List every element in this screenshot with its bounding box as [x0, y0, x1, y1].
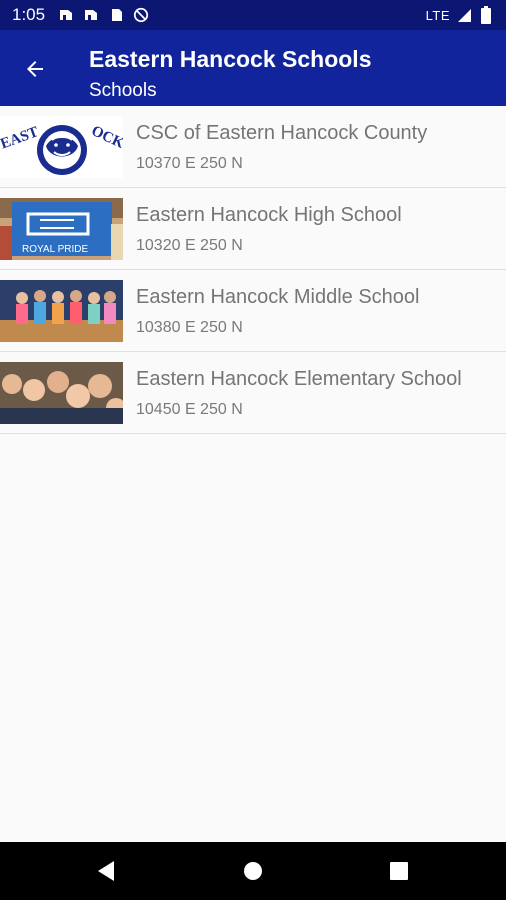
page-subtitle: Schools — [89, 80, 157, 101]
school-name: Eastern Hancock Elementary School — [136, 368, 462, 390]
school-address: 10450 E 250 N — [136, 401, 243, 418]
school-list-item[interactable]: ROYAL PRIDE Eastern Hancock High School … — [0, 188, 506, 270]
svg-text:ROYAL PRIDE: ROYAL PRIDE — [22, 244, 88, 255]
nav-home-button[interactable] — [233, 851, 273, 891]
page-title: Eastern Hancock Schools — [89, 46, 372, 72]
hanger-icon — [83, 7, 99, 23]
kids-selfie-photo — [0, 362, 123, 424]
nav-back-button[interactable] — [86, 851, 126, 891]
school-list-item[interactable]: Eastern Hancock Middle School 10380 E 25… — [0, 270, 506, 352]
sd-card-icon — [108, 7, 124, 23]
school-address: 10380 E 250 N — [136, 319, 243, 336]
status-bar: 1:05 LTE — [0, 0, 506, 30]
school-list-item[interactable]: Eastern Hancock Elementary School 10450 … — [0, 352, 506, 434]
school-name: Eastern Hancock Middle School — [136, 286, 420, 308]
nav-recents-button[interactable] — [379, 851, 419, 891]
hanger-icon — [58, 7, 74, 23]
battery-icon — [478, 6, 494, 24]
back-triangle-icon — [98, 861, 114, 881]
school-name: Eastern Hancock High School — [136, 204, 402, 226]
no-disturb-icon — [133, 7, 149, 23]
royal-pride-banner-photo: ROYAL PRIDE — [0, 198, 123, 260]
school-address: 10370 E 250 N — [136, 155, 243, 172]
school-list: EAST OCK CSC of Eastern Hancock County 1… — [0, 106, 506, 434]
navigation-bar — [0, 842, 506, 900]
back-button[interactable] — [14, 48, 56, 90]
app-bar: Eastern Hancock Schools Schools — [0, 30, 506, 106]
status-time: 1:05 — [12, 5, 46, 24]
royal-lion-logo: EAST OCK — [0, 116, 123, 178]
students-gym-photo — [0, 280, 123, 342]
school-name: CSC of Eastern Hancock County — [136, 122, 428, 144]
arrow-back-icon — [27, 61, 43, 77]
school-thumbnail — [0, 280, 123, 342]
signal-icon — [456, 7, 472, 23]
home-circle-icon — [244, 862, 262, 880]
status-right: LTE — [425, 6, 494, 24]
school-address: 10320 E 250 N — [136, 237, 243, 254]
network-type: LTE — [425, 7, 450, 23]
status-left: 1:05 — [12, 5, 149, 25]
recents-square-icon — [390, 862, 408, 880]
school-list-item[interactable]: EAST OCK CSC of Eastern Hancock County 1… — [0, 106, 506, 188]
school-thumbnail — [0, 362, 123, 424]
school-thumbnail: ROYAL PRIDE — [0, 198, 123, 260]
school-thumbnail: EAST OCK — [0, 116, 123, 178]
